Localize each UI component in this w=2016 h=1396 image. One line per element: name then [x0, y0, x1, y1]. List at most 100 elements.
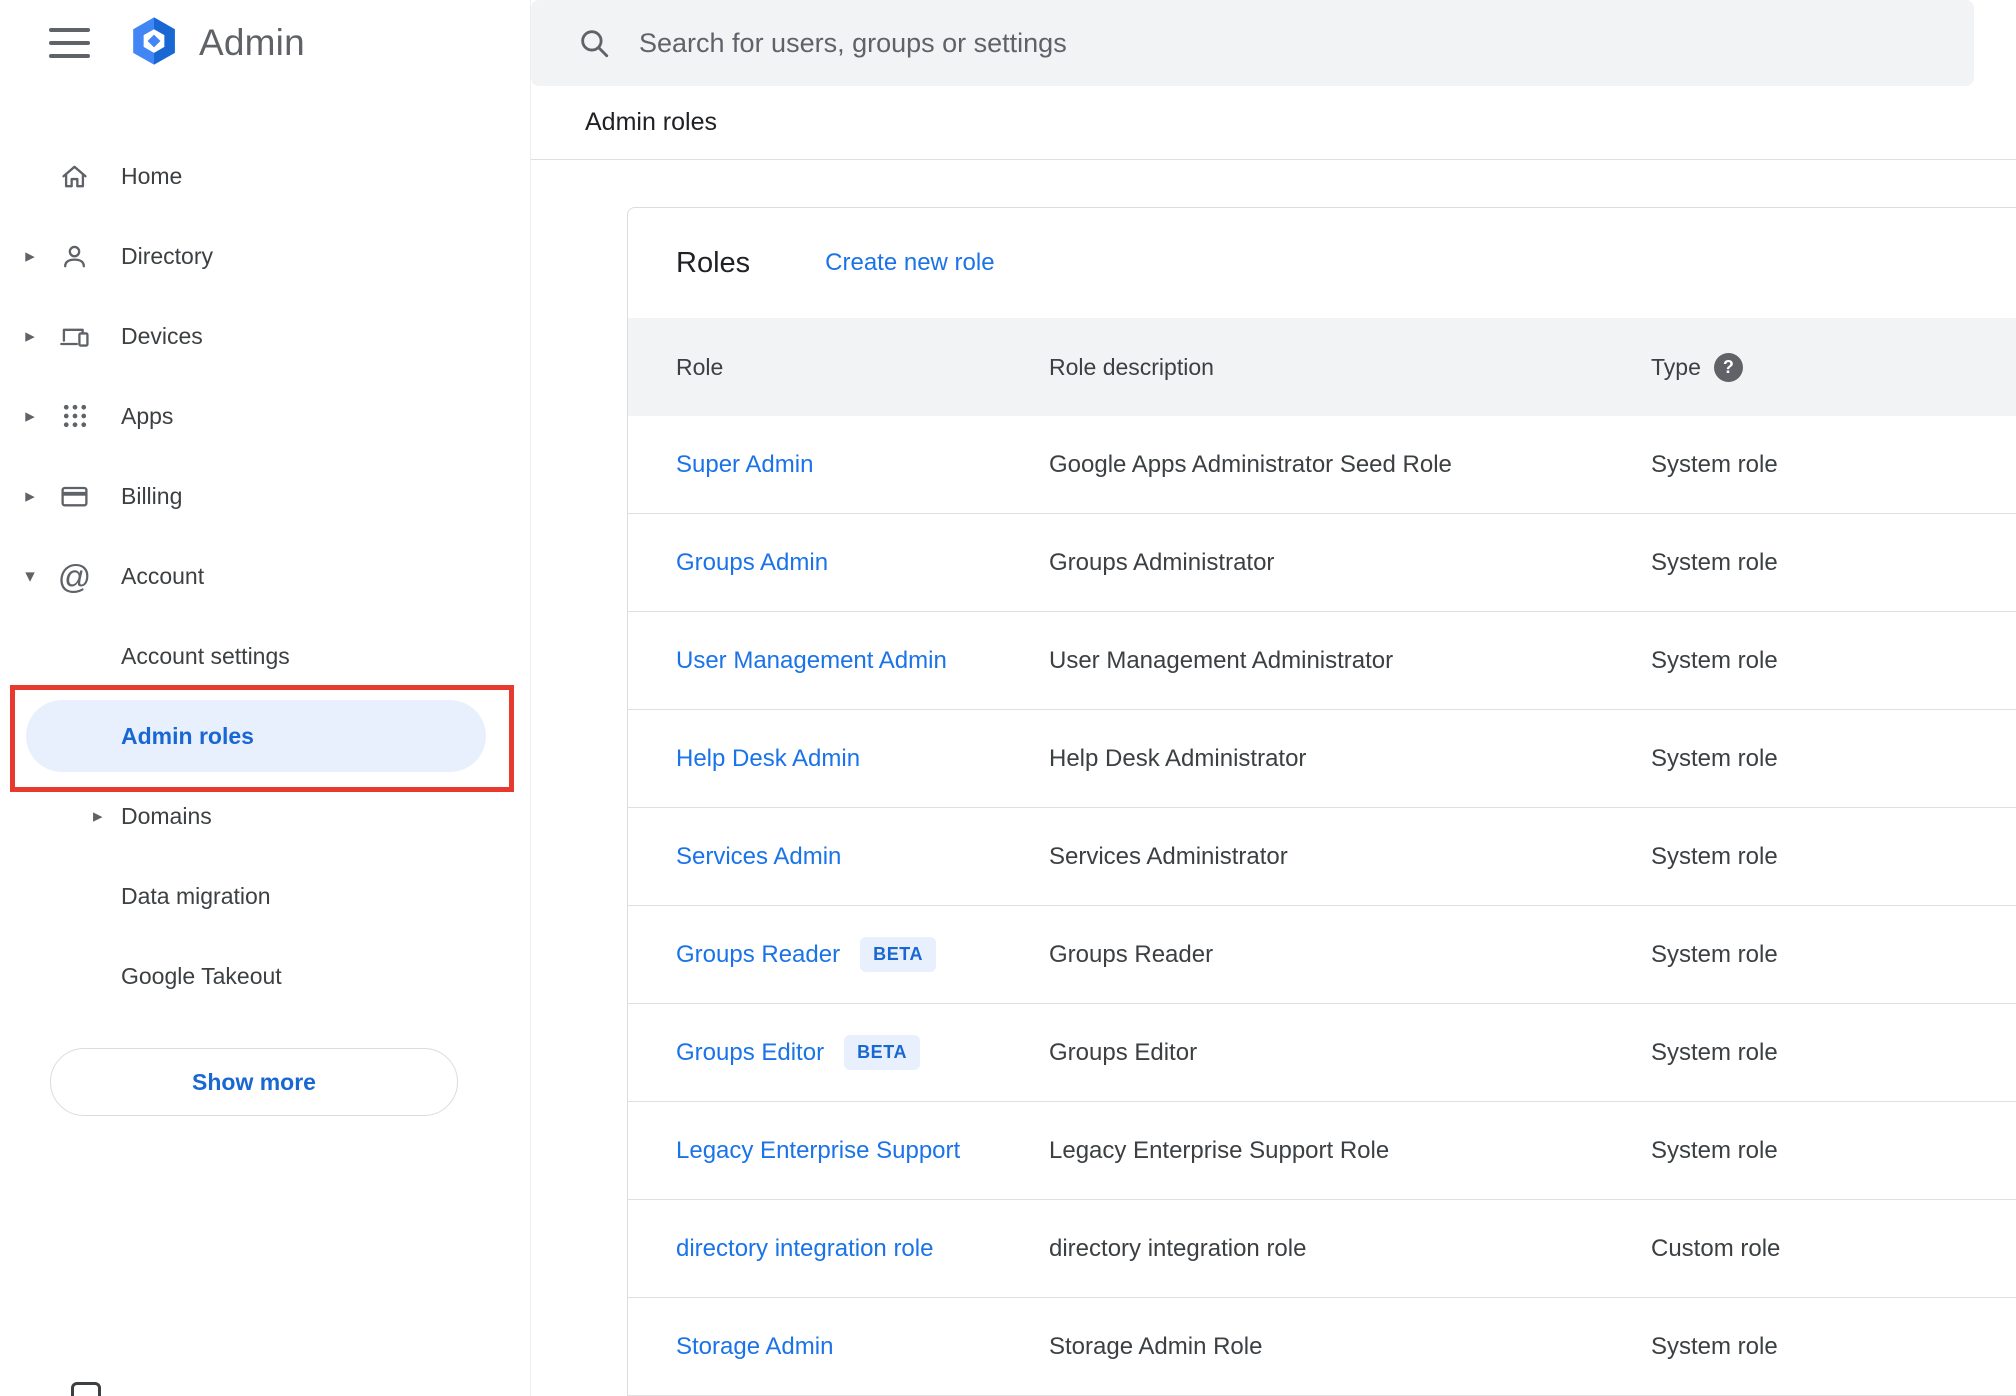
role-cell: Super Admin [676, 451, 1049, 479]
role-link[interactable]: User Management Admin [676, 647, 947, 675]
sidebar-item-home[interactable]: Home [0, 136, 530, 216]
role-table-row: Storage Admin Storage Admin Role System … [628, 1298, 2016, 1396]
sidebar: Admin Home ▸ Directory ▸ Devices ▸ Apps … [0, 0, 531, 1396]
admin-console-page: Admin Home ▸ Directory ▸ Devices ▸ Apps … [0, 0, 2016, 1396]
roles-table-header: Role Role description Type ? [628, 318, 2016, 416]
expand-caret-icon: ▸ [25, 245, 35, 267]
sidebar-subitem-label: Domains [121, 802, 212, 829]
role-table-row: directory integration role directory int… [628, 1200, 2016, 1298]
sidebar-item-google-takeout[interactable]: Google Takeout [0, 936, 530, 1016]
column-header-role-description: Role description [1049, 353, 1214, 380]
column-header-type: Type ? [1651, 352, 2016, 382]
home-icon [59, 159, 90, 193]
role-link[interactable]: Groups Editor [676, 1039, 824, 1067]
role-table-row: Legacy Enterprise Support Legacy Enterpr… [628, 1102, 2016, 1200]
create-new-role-link[interactable]: Create new role [825, 249, 994, 277]
role-type-cell: System role [1651, 1332, 1778, 1360]
role-type-cell: System role [1651, 1038, 1778, 1066]
role-type-cell: System role [1651, 940, 1778, 968]
sidebar-item-devices[interactable]: ▸ Devices [0, 296, 530, 376]
role-type-cell: System role [1651, 646, 1778, 674]
sidebar-item-apps[interactable]: ▸ Apps [0, 376, 530, 456]
role-table-row: Groups Editor BETA Groups Editor System … [628, 1004, 2016, 1102]
breadcrumb-row: Admin roles [531, 86, 2016, 160]
search-row [531, 0, 2016, 86]
sidebar-header: Admin [0, 0, 530, 86]
role-type-cell: System role [1651, 842, 1778, 870]
role-cell: Storage Admin [676, 1333, 1049, 1361]
role-description-cell: directory integration role [1049, 1234, 1307, 1262]
role-table-row: Super Admin Google Apps Administrator Se… [628, 416, 2016, 514]
role-cell: Groups Editor BETA [676, 1035, 1049, 1070]
main-area: Admin roles Roles Create new role Role R… [531, 0, 2016, 1396]
sidebar-subitem-label: Google Takeout [121, 962, 282, 989]
expand-caret-icon: ▸ [93, 805, 103, 827]
roles-card: Roles Create new role Role Role descript… [627, 207, 2016, 1396]
column-header-role: Role [676, 353, 724, 380]
sidebar-item-domains[interactable]: ▸ Domains [0, 776, 530, 856]
role-description-cell: Google Apps Administrator Seed Role [1049, 450, 1452, 478]
help-icon[interactable]: ? [1713, 352, 1743, 382]
product-name: Admin [199, 22, 305, 63]
roles-title: Roles [676, 246, 751, 279]
role-link[interactable]: Groups Reader [676, 941, 840, 969]
role-description-cell: Groups Administrator [1049, 548, 1275, 576]
at-sign-icon: @ [57, 557, 92, 595]
partial-bottom-icon [71, 1382, 101, 1396]
admin-logo[interactable]: Admin [127, 14, 305, 73]
sidebar-item-label: Directory [121, 242, 214, 269]
role-type-cell: Custom role [1651, 1234, 1781, 1262]
role-cell: directory integration role [676, 1235, 1049, 1263]
role-table-row: Groups Reader BETA Groups Reader System … [628, 906, 2016, 1004]
sidebar-item-admin-roles[interactable]: Admin roles [0, 696, 530, 776]
sidebar-item-account-settings[interactable]: Account settings [0, 616, 530, 696]
role-link[interactable]: Legacy Enterprise Support [676, 1137, 960, 1165]
expand-caret-icon: ▸ [25, 325, 35, 347]
role-cell: Legacy Enterprise Support [676, 1137, 1049, 1165]
role-table-row: Groups Admin Groups Administrator System… [628, 514, 2016, 612]
sidebar-item-label: Devices [121, 322, 203, 349]
role-link[interactable]: directory integration role [676, 1235, 933, 1263]
search-bar[interactable] [531, 0, 1974, 86]
role-cell: Services Admin [676, 843, 1049, 871]
show-more-button[interactable]: Show more [50, 1048, 458, 1116]
sidebar-item-label: Home [121, 162, 183, 189]
expand-caret-icon: ▸ [25, 485, 35, 507]
role-link[interactable]: Storage Admin [676, 1333, 833, 1361]
sidebar-subitem-label: Data migration [121, 882, 271, 909]
role-cell: User Management Admin [676, 647, 1049, 675]
role-table-row: Services Admin Services Administrator Sy… [628, 808, 2016, 906]
sidebar-item-data-migration[interactable]: Data migration [0, 856, 530, 936]
role-link[interactable]: Services Admin [676, 843, 841, 871]
role-link[interactable]: Groups Admin [676, 549, 828, 577]
sidebar-item-label: Apps [121, 402, 174, 429]
search-input[interactable] [639, 27, 1950, 59]
expand-caret-icon: ▸ [25, 405, 35, 427]
sidebar-item-account[interactable]: ▾ @ Account [0, 536, 530, 616]
menu-hamburger-icon[interactable] [49, 27, 91, 59]
sidebar-subitem-label: Account settings [121, 642, 290, 669]
role-description-cell: Legacy Enterprise Support Role [1049, 1136, 1390, 1164]
apps-grid-icon [59, 399, 90, 433]
role-table-row: User Management Admin User Management Ad… [628, 612, 2016, 710]
sidebar-item-directory[interactable]: ▸ Directory [0, 216, 530, 296]
role-link[interactable]: Help Desk Admin [676, 745, 860, 773]
expand-caret-icon: ▾ [25, 565, 35, 587]
sidebar-item-label: Account [121, 562, 205, 589]
role-cell: Help Desk Admin [676, 745, 1049, 773]
sidebar-nav: Home ▸ Directory ▸ Devices ▸ Apps ▸ Bill… [0, 136, 530, 1016]
sidebar-item-billing[interactable]: ▸ Billing [0, 456, 530, 536]
credit-card-icon [59, 479, 90, 513]
role-link[interactable]: Super Admin [676, 451, 813, 479]
role-description-cell: Storage Admin Role [1049, 1332, 1263, 1360]
person-icon [59, 239, 90, 273]
devices-icon [59, 319, 90, 353]
role-type-cell: System role [1651, 744, 1778, 772]
beta-badge: BETA [844, 1035, 921, 1070]
column-header-type-label: Type [1651, 353, 1701, 380]
role-type-cell: System role [1651, 1136, 1778, 1164]
role-description-cell: User Management Administrator [1049, 646, 1394, 674]
role-cell: Groups Admin [676, 549, 1049, 577]
role-type-cell: System role [1651, 548, 1778, 576]
role-description-cell: Groups Editor [1049, 1038, 1198, 1066]
